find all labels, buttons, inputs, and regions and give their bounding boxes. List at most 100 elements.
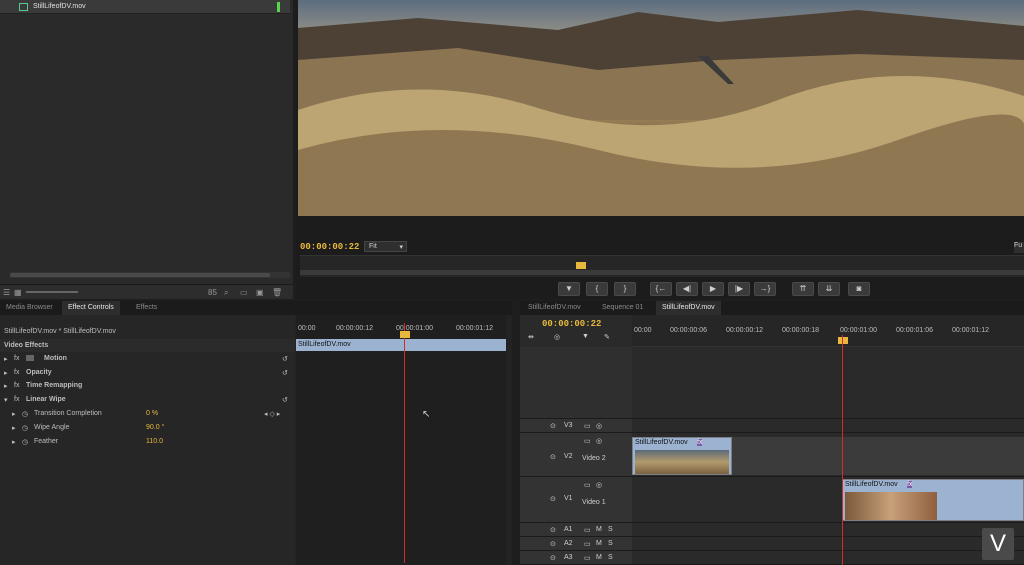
list-view-icon[interactable]: ☰ — [3, 288, 10, 297]
folder-icon[interactable]: ▭ — [240, 288, 248, 297]
tab-active-clip[interactable]: StillLifeofDV.mov — [656, 301, 721, 315]
param-value[interactable]: 90.0 ° — [146, 424, 164, 431]
snap-icon[interactable]: ⇹ — [528, 333, 534, 341]
reset-icon[interactable]: ↺ — [282, 369, 288, 377]
settings-wrench-icon[interactable]: ✎ — [604, 333, 610, 341]
param-value[interactable]: 110.0 — [146, 438, 163, 445]
param-row-feather[interactable]: ▸ ◷ Feather 110.0 — [0, 435, 295, 448]
toggle-output-icon[interactable]: ▭ — [584, 481, 591, 489]
project-item[interactable]: StillLifeofDV.mov — [0, 0, 290, 14]
timeline-timecode[interactable]: 00:00:00:22 — [542, 319, 601, 329]
effect-row-motion[interactable]: ▸ fx Motion ↺ — [0, 352, 295, 365]
lock-icon[interactable]: ⊙ — [550, 495, 556, 503]
lift-button[interactable]: ⇈ — [792, 282, 814, 296]
stopwatch-icon[interactable]: ◷ — [22, 410, 28, 418]
horizontal-scrollbar[interactable] — [10, 272, 290, 278]
icon-view-icon[interactable]: ▦ — [14, 288, 22, 297]
mute-button[interactable]: M — [596, 554, 602, 561]
reset-icon[interactable]: ↺ — [282, 396, 288, 404]
param-row-wipe-angle[interactable]: ▸ ◷ Wipe Angle 90.0 ° — [0, 421, 295, 434]
add-marker-button[interactable]: ▼ — [558, 282, 580, 296]
fit-dropdown[interactable]: Fit ▾ — [364, 241, 407, 252]
stopwatch-icon[interactable]: ◷ — [22, 438, 28, 446]
reset-icon[interactable]: ↺ — [282, 355, 288, 363]
visibility-eye-icon[interactable]: ◎ — [596, 481, 602, 489]
param-value[interactable]: 0 % — [146, 410, 158, 417]
search-icon[interactable]: ⌕ — [224, 288, 228, 298]
playhead-marker[interactable] — [400, 331, 410, 338]
fx-badge: fx — [14, 369, 20, 376]
ruler-label: 00:00 — [634, 327, 652, 334]
zoom-bar[interactable] — [300, 270, 1024, 275]
solo-button[interactable]: S — [608, 554, 613, 561]
expand-arrow-icon[interactable]: ▸ — [4, 382, 8, 390]
effect-row-opacity[interactable]: ▸ fx Opacity ↺ — [0, 366, 295, 379]
tab-effects[interactable]: Effects — [130, 301, 163, 315]
track-header-v3: ⊙ V3 ▭ ◎ — [520, 419, 632, 432]
tab-clip[interactable]: StillLifeofDV.mov — [522, 301, 587, 315]
toggle-output-icon[interactable]: ▭ — [584, 422, 591, 430]
effect-controls-list: StillLifeofDV.mov * StillLifeofDV.mov Vi… — [0, 315, 295, 565]
add-marker-icon[interactable]: ▼ — [582, 333, 589, 340]
v1-clip[interactable]: StillLifeofDV.mov fx — [842, 479, 1024, 521]
expand-arrow-icon[interactable]: ▸ — [12, 424, 16, 432]
zoom-slider[interactable] — [26, 291, 78, 293]
stopwatch-icon[interactable]: ◷ — [22, 424, 28, 432]
project-panel: StillLifeofDV.mov ☰ ▦ 85 ⌕ ▭ ▣ 🗑 — [0, 0, 293, 299]
mark-in-button[interactable]: { — [586, 282, 608, 296]
expand-arrow-icon[interactable]: ▸ — [4, 355, 8, 363]
export-frame-button[interactable]: ◙ — [848, 282, 870, 296]
effect-row-linear-wipe[interactable]: ▾ fx Linear Wipe ↺ — [0, 393, 295, 406]
mute-button[interactable]: M — [596, 540, 602, 547]
play-button[interactable]: ▶ — [702, 282, 724, 296]
sync-icon[interactable]: ▭ — [584, 526, 591, 534]
sync-icon[interactable]: ▭ — [584, 540, 591, 548]
ruler-label: 00:00:01:00 — [840, 327, 877, 334]
linked-selection-icon[interactable]: ◎ — [554, 333, 560, 341]
tab-effect-controls[interactable]: Effect Controls — [62, 301, 120, 315]
track-label: A1 — [564, 526, 573, 533]
mark-out-button[interactable]: } — [614, 282, 636, 296]
full-dropdown[interactable]: Fu — [1014, 242, 1024, 253]
param-row-transition-completion[interactable]: ▸ ◷ Transition Completion 0 % ◂ ◇ ▸ — [0, 407, 295, 420]
trash-icon[interactable]: 🗑 — [272, 288, 282, 297]
keyframe-nav-icon[interactable]: ◂ ◇ ▸ — [264, 410, 280, 418]
collapse-arrow-icon[interactable]: ▾ — [4, 396, 8, 404]
playhead-marker[interactable] — [838, 337, 848, 344]
effect-row-time-remapping[interactable]: ▸ fx Time Remapping — [0, 379, 295, 392]
v2-clip[interactable]: StillLifeofDV.mov fx — [632, 437, 732, 475]
visibility-eye-icon[interactable]: ◎ — [596, 422, 602, 430]
lock-icon[interactable]: ⊙ — [550, 422, 556, 430]
timeline-ruler[interactable]: 00:00 00:00:00:06 00:00:00:12 00:00:00:1… — [632, 315, 1024, 347]
lock-icon[interactable]: ⊙ — [550, 453, 556, 461]
fit-value: Fit — [369, 243, 377, 250]
toggle-output-icon[interactable]: ▭ — [584, 437, 591, 445]
mute-button[interactable]: M — [596, 526, 602, 533]
mini-clip[interactable]: StillLifeofDV.mov — [296, 339, 506, 351]
step-back-button[interactable]: ◀| — [676, 282, 698, 296]
lock-icon[interactable]: ⊙ — [550, 540, 556, 548]
expand-arrow-icon[interactable]: ▸ — [12, 438, 16, 446]
lock-icon[interactable]: ⊙ — [550, 554, 556, 562]
extract-button[interactable]: ⇊ — [818, 282, 840, 296]
tab-media-browser[interactable]: Media Browser — [0, 301, 59, 315]
tab-sequence[interactable]: Sequence 01 — [596, 301, 649, 315]
go-to-in-button[interactable]: {← — [650, 282, 672, 296]
solo-button[interactable]: S — [608, 540, 613, 547]
visibility-eye-icon[interactable]: ◎ — [596, 437, 602, 445]
expand-arrow-icon[interactable]: ▸ — [12, 410, 16, 418]
sync-icon[interactable]: ▭ — [584, 554, 591, 562]
program-timecode[interactable]: 00:00:00:22 — [300, 242, 359, 252]
playhead-marker[interactable] — [576, 262, 586, 269]
scroll-thumb[interactable] — [10, 273, 270, 277]
step-forward-button[interactable]: |▶ — [728, 282, 750, 296]
lock-icon[interactable]: ⊙ — [550, 526, 556, 534]
timeline-playhead[interactable] — [842, 335, 843, 565]
go-to-out-button[interactable]: →} — [754, 282, 776, 296]
empty-track-area — [520, 347, 1024, 419]
program-scrubber[interactable] — [300, 255, 1024, 277]
new-item-icon[interactable]: ▣ — [256, 288, 264, 297]
playhead-line[interactable] — [404, 323, 405, 563]
expand-arrow-icon[interactable]: ▸ — [4, 369, 8, 377]
solo-button[interactable]: S — [608, 526, 613, 533]
